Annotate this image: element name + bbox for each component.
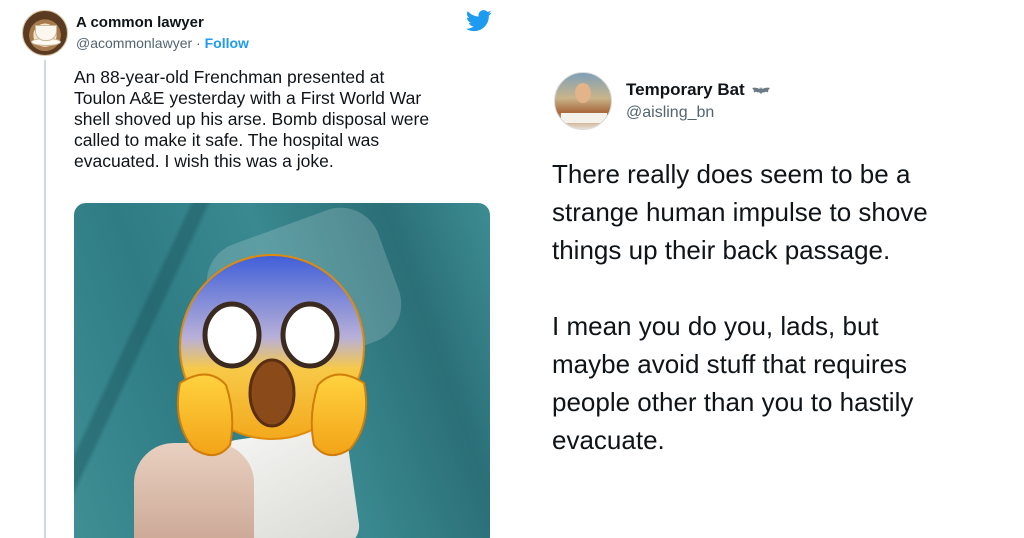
- tweet-text-line: called to make it safe. The hospital was: [74, 130, 380, 150]
- handle-row: @acommonlawyer · Follow: [76, 35, 249, 51]
- display-name-row: Temporary Bat: [626, 80, 771, 100]
- screaming-face-emoji-icon: [176, 254, 368, 456]
- tweet-text-line: strange human impulse to shove: [552, 197, 928, 227]
- tweet-text-line: Toulon A&E yesterday with a First World …: [74, 88, 422, 108]
- tweet-text: An 88-year-old Frenchman presented at To…: [74, 67, 494, 172]
- tweet-text-line: There really does seem to be a: [552, 159, 911, 189]
- avatar-caption-strip: [561, 113, 607, 123]
- tweet-text-line: An 88-year-old Frenchman presented at: [74, 67, 385, 87]
- follow-button[interactable]: Follow: [205, 35, 249, 51]
- tweet-text-line: people other than you to hastily: [552, 387, 914, 417]
- left-tweet-card: A common lawyer @acommonlawyer · Follow …: [0, 0, 512, 538]
- tweet-text: There really does seem to be a strange h…: [552, 155, 1012, 459]
- handle[interactable]: @acommonlawyer: [76, 35, 192, 51]
- tweet-text-line: things up their back passage.: [552, 235, 891, 265]
- tweet-text-line: maybe avoid stuff that requires: [552, 349, 908, 379]
- tweet-text-line: I mean you do you, lads, but: [552, 311, 879, 341]
- tweet-text-line: evacuated. I wish this was a joke.: [74, 151, 334, 171]
- avatar-acommonlawyer[interactable]: [22, 10, 68, 56]
- display-name[interactable]: A common lawyer: [76, 14, 204, 31]
- tweet-photo[interactable]: [74, 203, 490, 538]
- thread-line: [44, 60, 46, 538]
- display-name[interactable]: Temporary Bat: [626, 80, 745, 99]
- tweet-text-line: evacuate.: [552, 425, 665, 455]
- right-tweet-card: Temporary Bat @aisling_bn There really d…: [512, 0, 1024, 538]
- bat-icon: [752, 86, 771, 94]
- twitter-bird-icon[interactable]: [466, 10, 492, 32]
- tweet-text-line: shell shoved up his arse. Bomb disposal …: [74, 109, 430, 129]
- avatar-face-shape: [575, 83, 591, 103]
- handle[interactable]: @aisling_bn: [626, 104, 714, 122]
- avatar-aisling-bn[interactable]: [554, 72, 612, 130]
- separator: ·: [192, 35, 205, 51]
